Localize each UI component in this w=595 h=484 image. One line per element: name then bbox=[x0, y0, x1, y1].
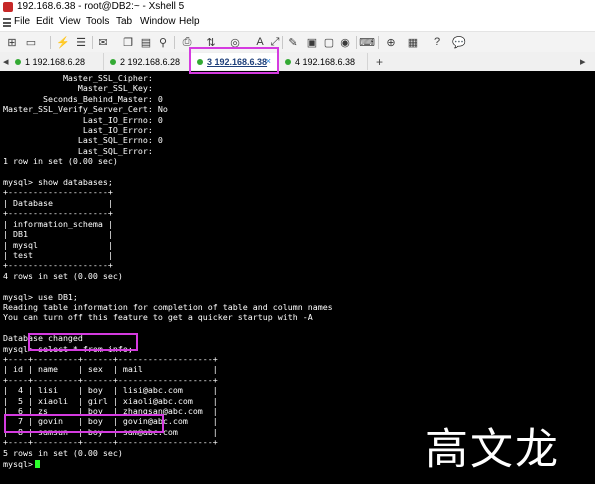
terminal-line: | 4 | lisi | boy | lisi@abc.com | bbox=[3, 385, 218, 396]
terminal-prompt: mysql> bbox=[3, 459, 38, 469]
new-tab-icon[interactable]: ⊕ bbox=[384, 35, 398, 49]
tab-2[interactable]: 2 192.168.6.28 bbox=[104, 53, 190, 70]
terminal-line: | 5 | xiaoli | girl | xiaoli@abc.com | bbox=[3, 395, 218, 406]
font-icon[interactable]: A bbox=[253, 35, 267, 49]
terminal-line: | 7 | govin | boy | govin@abc.com | bbox=[3, 416, 218, 427]
terminal-line: Reading table information for completion… bbox=[3, 301, 333, 312]
terminal-pane[interactable]: Master_SSL_Cipher: Master_SSL_Key: Secon… bbox=[0, 71, 595, 484]
lock-icon[interactable]: ▣ bbox=[305, 35, 319, 49]
terminal-output: Master_SSL_Cipher: Master_SSL_Key: Secon… bbox=[3, 73, 333, 458]
options-icon[interactable]: ▦ bbox=[406, 35, 420, 49]
tab-4[interactable]: 4 192.168.6.38 bbox=[279, 53, 368, 70]
menu-tab[interactable]: Tab bbox=[116, 16, 132, 27]
script-icon[interactable]: ✎ bbox=[286, 35, 300, 49]
menu-window[interactable]: Window bbox=[140, 16, 176, 27]
terminal-line: | Database | bbox=[3, 197, 113, 208]
tab-close-icon[interactable]: × bbox=[266, 56, 271, 66]
connected-status-icon bbox=[110, 58, 116, 65]
terminal-line: Database changed bbox=[3, 333, 83, 344]
title-bar: 192.168.6.38 - root@DB2:~ - Xshell 5 bbox=[0, 0, 595, 15]
keyboard-icon[interactable]: ⌨ bbox=[359, 35, 375, 49]
toolbar-separator bbox=[50, 36, 51, 49]
terminal-line: mysql> select * from info; bbox=[3, 343, 133, 354]
disconnect-icon[interactable]: ⚡ bbox=[56, 35, 70, 49]
print-icon[interactable]: ⎙ bbox=[180, 35, 194, 49]
hamburger-menu-icon[interactable] bbox=[3, 18, 11, 27]
fullscreen-icon[interactable]: ⤢ bbox=[268, 35, 282, 49]
compose-icon[interactable]: ✉ bbox=[96, 35, 110, 49]
terminal-line: | DB1 | bbox=[3, 229, 113, 240]
paste-icon[interactable]: ▤ bbox=[139, 35, 153, 49]
terminal-line: mysql> show databases; bbox=[3, 177, 113, 188]
terminal-line: Seconds_Behind_Master: 0 bbox=[3, 93, 163, 104]
transfer-icon[interactable]: ⇅ bbox=[204, 35, 218, 49]
terminal-line: Last_IO_Errno: 0 bbox=[3, 114, 163, 125]
terminal-line: 5 rows in set (0.00 sec) bbox=[3, 447, 123, 458]
terminal-line: +----+---------+------+-----------------… bbox=[3, 437, 218, 448]
toolbar-separator bbox=[356, 36, 357, 49]
menu-edit[interactable]: Edit bbox=[36, 16, 53, 27]
tab-label: 2 192.168.6.28 bbox=[120, 56, 181, 67]
terminal-line: 4 rows in set (0.00 sec) bbox=[3, 270, 123, 281]
menu-file[interactable]: File bbox=[14, 16, 30, 27]
tab-scroll-right-icon[interactable]: ▸ bbox=[580, 55, 586, 68]
connected-status-icon bbox=[285, 58, 291, 65]
window-title: 192.168.6.38 - root@DB2:~ - Xshell 5 bbox=[17, 1, 185, 12]
terminal-line: +--------------------+ bbox=[3, 260, 113, 271]
terminal-line: | test | bbox=[3, 249, 113, 260]
menu-bar: File Edit View Tools Tab Window Help bbox=[0, 14, 595, 31]
toolbar-separator bbox=[282, 36, 283, 49]
terminal-line: 1 row in set (0.00 sec) bbox=[3, 156, 118, 167]
connected-status-icon bbox=[197, 58, 203, 65]
menu-tools[interactable]: Tools bbox=[86, 16, 109, 27]
tab-label: 4 192.168.6.38 bbox=[295, 56, 356, 67]
add-tab-icon[interactable]: + bbox=[376, 55, 383, 69]
new-session-icon[interactable]: ⊞ bbox=[5, 35, 19, 49]
terminal-line: | mysql | bbox=[3, 239, 113, 250]
speech-bubble-icon[interactable]: 💬 bbox=[452, 35, 466, 49]
terminal-line: +----+---------+------+-----------------… bbox=[3, 353, 218, 364]
tab-3-active[interactable]: 3 192.168.6.38 × bbox=[191, 53, 278, 70]
tab-bar: ◂ 1 192.168.6.28 2 192.168.6.28 3 192.16… bbox=[0, 52, 595, 72]
chat-icon[interactable]: ◉ bbox=[338, 35, 352, 49]
connected-status-icon bbox=[15, 58, 21, 65]
terminal-line: Master_SSL_Verify_Server_Cert: No bbox=[3, 104, 168, 115]
toolbar: ⊞ ▭ ⚡ ☰ ✉ ❐ ▤ ⚲ ⎙ ⇅ ◎ A ⤢ ✎ ▣ ▢ ◉ ⌨ ⊕ ▦ … bbox=[0, 31, 595, 54]
terminal-line: Master_SSL_Key: bbox=[3, 83, 153, 94]
terminal-line: Last_IO_Error: bbox=[3, 125, 153, 136]
author-watermark: 高文龙 bbox=[425, 425, 560, 475]
tab-scroll-left-icon[interactable]: ◂ bbox=[3, 55, 9, 68]
terminal-line: +----+---------+------+-----------------… bbox=[3, 374, 218, 385]
open-folder-icon[interactable]: ▭ bbox=[24, 35, 38, 49]
terminal-line: mysql> use DB1; bbox=[3, 291, 78, 302]
menu-help[interactable]: Help bbox=[179, 16, 200, 27]
help-icon[interactable]: ? bbox=[430, 35, 444, 49]
terminal-line: +--------------------+ bbox=[3, 187, 113, 198]
tab-label: 3 192.168.6.38 bbox=[207, 56, 268, 67]
terminal-line: Last_SQL_Errno: 0 bbox=[3, 135, 163, 146]
tab-1[interactable]: 1 192.168.6.28 bbox=[9, 53, 104, 70]
terminal-line: | 8 | samsun | boy | sam@abc.com | bbox=[3, 426, 218, 437]
terminal-line: Master_SSL_Cipher: bbox=[3, 73, 153, 83]
toolbar-separator bbox=[174, 36, 175, 49]
unlock-icon[interactable]: ▢ bbox=[322, 35, 336, 49]
xshell-app-icon[interactable] bbox=[3, 2, 13, 12]
tab-label: 1 192.168.6.28 bbox=[25, 56, 86, 67]
find-icon[interactable]: ⚲ bbox=[156, 35, 170, 49]
terminal-line: +--------------------+ bbox=[3, 208, 113, 219]
terminal-line: | information_schema | bbox=[3, 218, 113, 229]
terminal-line: | 6 | zs | boy | zhangsan@abc.com | bbox=[3, 406, 218, 416]
terminal-line: You can turn off this feature to get a q… bbox=[3, 312, 313, 323]
toolbar-separator bbox=[378, 36, 379, 49]
copy-icon[interactable]: ❐ bbox=[121, 35, 135, 49]
toolbar-separator bbox=[92, 36, 93, 49]
properties-icon[interactable]: ☰ bbox=[74, 35, 88, 49]
globe-icon[interactable]: ◎ bbox=[228, 35, 242, 49]
terminal-line: | id | name | sex | mail | bbox=[3, 364, 218, 375]
terminal-line: Last_SQL_Error: bbox=[3, 145, 153, 156]
menu-view[interactable]: View bbox=[59, 16, 81, 27]
terminal-cursor bbox=[35, 460, 40, 468]
